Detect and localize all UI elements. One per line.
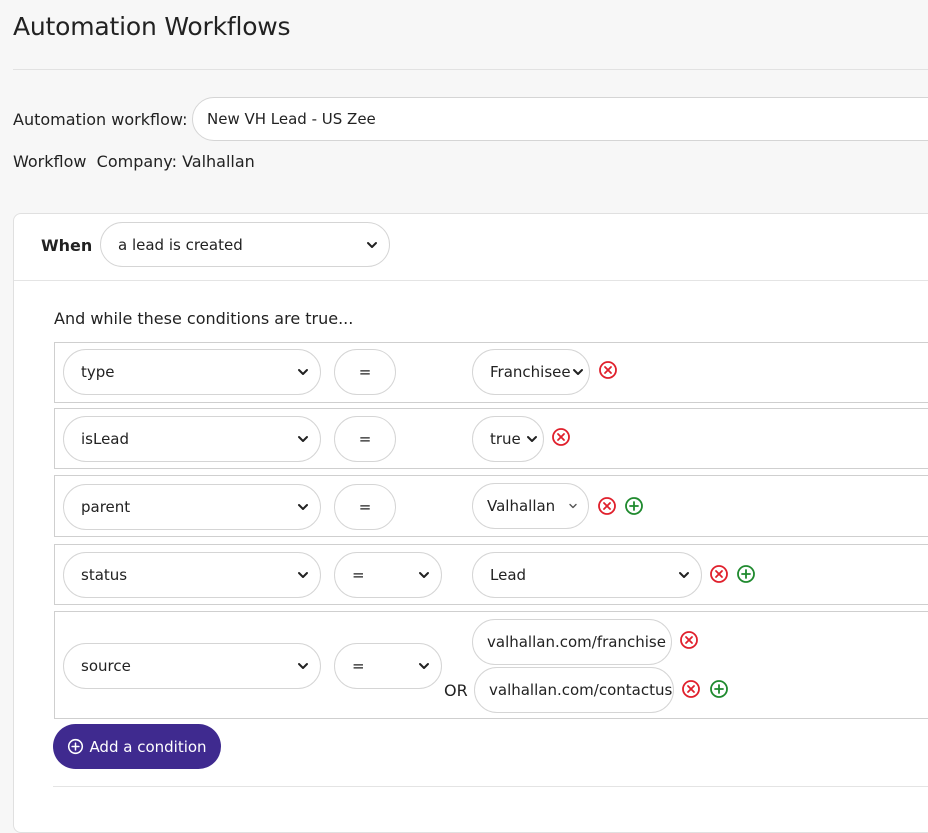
- condition-value-input[interactable]: valhallan.com/contactus: [474, 667, 674, 713]
- trigger-header: When a lead is created: [14, 214, 928, 281]
- condition-operator-select[interactable]: =: [334, 552, 442, 598]
- condition-value: Valhallan: [487, 497, 556, 515]
- condition-value-input[interactable]: valhallan.com/franchise: [472, 619, 672, 665]
- chevron-down-icon: [569, 503, 577, 509]
- condition-field-value: status: [81, 566, 128, 584]
- workflow-company-value: Valhallan: [182, 152, 255, 171]
- page-title: Automation Workflows: [13, 12, 291, 41]
- condition-row-source: source = valhallan.com/franchise OR valh…: [54, 611, 928, 719]
- circle-plus-icon: [68, 738, 84, 755]
- condition-field-select[interactable]: isLead: [63, 416, 321, 462]
- condition-value: valhallan.com/franchise: [487, 633, 666, 651]
- condition-operator-value: =: [352, 657, 365, 675]
- condition-value: true: [490, 430, 521, 448]
- workflow-name-label: Automation workflow:: [13, 110, 188, 129]
- workflow-name-input[interactable]: [192, 97, 928, 141]
- chevron-down-icon: [573, 369, 583, 375]
- circle-x-icon[interactable]: [709, 564, 729, 584]
- condition-row-type: type = Franchisee: [54, 342, 928, 403]
- chevron-down-icon: [367, 241, 377, 248]
- chevron-down-icon: [679, 572, 689, 578]
- condition-value-select[interactable]: Franchisee: [472, 349, 590, 395]
- trigger-select-value: a lead is created: [118, 235, 243, 254]
- conditions-title: And while these conditions are true...: [54, 309, 354, 328]
- circle-x-icon[interactable]: [598, 360, 618, 380]
- add-condition-button[interactable]: Add a condition: [53, 724, 221, 769]
- chevron-down-icon: [298, 504, 308, 510]
- condition-operator[interactable]: =: [334, 484, 396, 530]
- circle-plus-icon[interactable]: [624, 496, 644, 516]
- condition-value: Franchisee: [490, 363, 571, 381]
- chevron-down-icon: [298, 572, 308, 578]
- condition-operator-value: =: [358, 363, 372, 381]
- workflow-company-label: Workflow Company:: [13, 152, 177, 171]
- circle-x-icon[interactable]: [679, 630, 699, 650]
- condition-operator-value: =: [358, 430, 372, 448]
- circle-x-icon[interactable]: [551, 427, 571, 447]
- add-condition-label: Add a condition: [89, 737, 207, 756]
- circle-plus-icon[interactable]: [709, 679, 729, 699]
- condition-value: valhallan.com/contactus: [489, 681, 673, 699]
- circle-plus-icon[interactable]: [736, 564, 756, 584]
- condition-field-value: type: [81, 363, 115, 381]
- condition-field-select[interactable]: type: [63, 349, 321, 395]
- condition-row-status: status = Lead: [54, 544, 928, 605]
- when-label: When: [41, 236, 93, 255]
- condition-value-multiselect[interactable]: Valhallan: [472, 483, 589, 529]
- condition-row-parent: parent = Valhallan: [54, 475, 928, 537]
- condition-operator-value: =: [352, 566, 365, 584]
- circle-x-icon[interactable]: [681, 679, 701, 699]
- workflow-company: Workflow Company: Valhallan: [13, 152, 255, 171]
- section-divider: [53, 786, 928, 787]
- chevron-down-icon: [298, 369, 308, 375]
- condition-value: Lead: [490, 566, 527, 584]
- condition-field-select[interactable]: source: [63, 643, 321, 689]
- condition-field-value: parent: [81, 498, 131, 516]
- circle-x-icon[interactable]: [597, 496, 617, 516]
- chevron-down-icon: [419, 663, 429, 669]
- chevron-down-icon: [527, 436, 537, 442]
- condition-value-select[interactable]: Lead: [472, 552, 702, 598]
- condition-operator-value: =: [358, 498, 372, 516]
- condition-row-islead: isLead = true: [54, 408, 928, 469]
- condition-operator-select[interactable]: =: [334, 643, 442, 689]
- trigger-select[interactable]: a lead is created: [100, 222, 390, 267]
- chevron-down-icon: [298, 663, 308, 669]
- condition-field-value: isLead: [81, 430, 130, 448]
- condition-field-value: source: [81, 657, 131, 675]
- or-label: OR: [444, 681, 468, 700]
- chevron-down-icon: [419, 572, 429, 578]
- condition-value-select[interactable]: true: [472, 416, 544, 462]
- condition-field-select[interactable]: parent: [63, 484, 321, 530]
- condition-field-select[interactable]: status: [63, 552, 321, 598]
- chevron-down-icon: [298, 436, 308, 442]
- condition-operator[interactable]: =: [334, 416, 396, 462]
- header-divider: [13, 69, 928, 70]
- condition-operator[interactable]: =: [334, 349, 396, 395]
